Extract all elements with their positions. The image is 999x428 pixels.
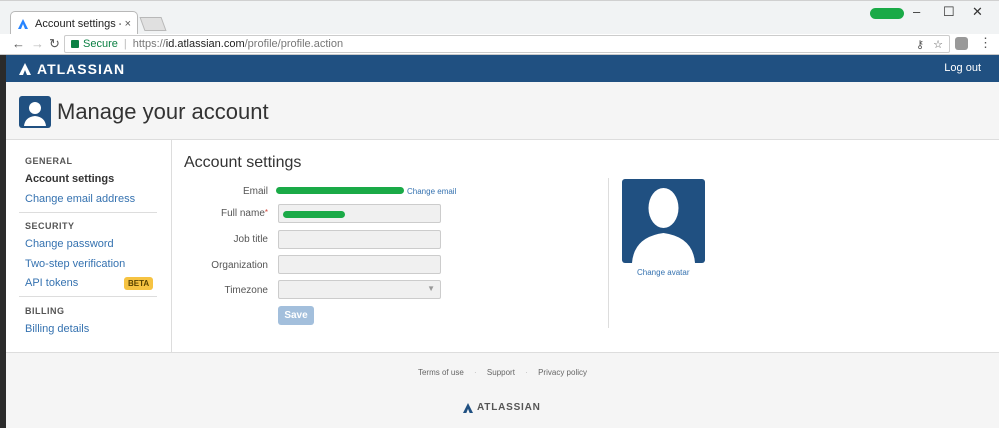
sidebar-item-change-password[interactable]: Change password xyxy=(25,238,114,250)
url-field[interactable]: Secure | https:// id.atlassian.com /prof… xyxy=(64,35,950,53)
footer-separator: · xyxy=(525,368,528,377)
jobtitle-field[interactable] xyxy=(278,230,441,249)
sidebar-divider xyxy=(19,212,157,213)
atlassian-favicon-icon xyxy=(18,18,28,29)
organization-label: Organization xyxy=(211,260,268,271)
save-button[interactable]: Save xyxy=(278,306,314,325)
site-header: ATLASSIAN Log out xyxy=(6,55,999,82)
extension-icon[interactable] xyxy=(955,37,968,50)
section-title: Account settings xyxy=(184,154,302,171)
account-settings-panel: Account settings Email Change email Full… xyxy=(172,140,999,352)
atlassian-brand[interactable]: ATLASSIAN xyxy=(19,61,125,77)
sidebar-item-account-settings[interactable]: Account settings xyxy=(25,173,114,185)
sidebar-heading-general: GENERAL xyxy=(25,156,73,166)
page-header: Manage your account xyxy=(6,82,999,140)
sidebar-item-change-email[interactable]: Change email address xyxy=(25,193,135,205)
fullname-field[interactable] xyxy=(278,204,441,223)
sidebar-item-api-tokens[interactable]: API tokens xyxy=(25,277,78,289)
secure-label: Secure xyxy=(83,38,118,50)
tab-close-icon[interactable]: × xyxy=(125,18,131,30)
sidebar-item-two-step[interactable]: Two-step verification xyxy=(25,258,125,270)
redacted-user-profile[interactable] xyxy=(870,8,904,19)
star-icon[interactable]: ☆ xyxy=(933,39,943,51)
reload-icon[interactable]: ↻ xyxy=(49,36,60,52)
change-email-link[interactable]: Change email xyxy=(407,187,456,196)
organization-field[interactable] xyxy=(278,255,441,274)
sidebar-heading-billing: BILLING xyxy=(25,306,65,316)
maximize-icon[interactable]: ☐ xyxy=(943,4,955,20)
support-link[interactable]: Support xyxy=(487,368,515,377)
atlassian-logo-icon xyxy=(19,63,31,75)
terms-link[interactable]: Terms of use xyxy=(418,368,464,377)
browser-tab-bar: Account settings - Atlas × – ☐ ✕ xyxy=(0,0,999,35)
url-path: /profile/profile.action xyxy=(244,38,344,50)
change-avatar-link[interactable]: Change avatar xyxy=(637,268,689,277)
email-label: Email xyxy=(242,186,268,197)
url-separator: | xyxy=(123,38,127,50)
lock-icon xyxy=(71,40,79,48)
logout-link[interactable]: Log out xyxy=(944,62,981,74)
footer-separator: · xyxy=(474,368,477,377)
footer-logo[interactable]: ATLASSIAN xyxy=(463,402,541,413)
new-tab-button[interactable] xyxy=(139,17,167,31)
page-title: Manage your account xyxy=(57,99,269,124)
back-icon[interactable]: ← xyxy=(12,36,25,51)
address-bar-row: ← → ↻ Secure | https:// id.atlassian.com… xyxy=(0,34,999,55)
brand-name: ATLASSIAN xyxy=(37,61,126,77)
beta-badge: BETA xyxy=(124,277,154,290)
atlassian-logo-icon xyxy=(463,402,473,413)
sidebar-divider xyxy=(19,296,157,297)
browser-tab[interactable]: Account settings - Atlas × xyxy=(10,11,138,35)
page-footer: Terms of use · Support · Privacy policy … xyxy=(6,352,999,428)
close-window-icon[interactable]: ✕ xyxy=(972,4,983,20)
sidebar-nav: GENERAL Account settings Change email ad… xyxy=(6,140,172,352)
profile-avatar[interactable] xyxy=(622,179,705,263)
jobtitle-label: Job title xyxy=(233,234,268,245)
footer-links: Terms of use · Support · Privacy policy xyxy=(6,368,999,377)
user-avatar-icon xyxy=(632,188,695,263)
sidebar-item-billing-details[interactable]: Billing details xyxy=(25,323,89,335)
url-host: id.atlassian.com xyxy=(165,38,245,50)
privacy-link[interactable]: Privacy policy xyxy=(538,368,587,377)
redacted-email-value xyxy=(276,187,404,194)
url-scheme: https:// xyxy=(132,38,166,50)
fullname-label-text: Full name xyxy=(220,208,265,219)
user-avatar-icon xyxy=(19,96,51,128)
tab-title: Account settings - Atlas xyxy=(35,17,121,30)
redacted-name-value xyxy=(283,211,345,218)
required-mark: * xyxy=(264,208,268,217)
sidebar-heading-security: SECURITY xyxy=(25,221,75,231)
vertical-divider xyxy=(608,178,609,328)
forward-icon[interactable]: → xyxy=(31,36,44,51)
menu-icon[interactable]: ⋮ xyxy=(979,35,992,51)
fullname-label: Full name* xyxy=(172,208,268,219)
chevron-down-icon: ▼ xyxy=(427,284,435,293)
minimize-icon[interactable]: – xyxy=(913,4,920,19)
omnibox-icons: ⚷ ☆ xyxy=(916,38,943,51)
footer-brand: ATLASSIAN xyxy=(477,402,541,413)
timezone-label: Timezone xyxy=(224,285,268,296)
key-icon[interactable]: ⚷ xyxy=(916,39,924,51)
timezone-select[interactable]: ▼ xyxy=(278,280,441,299)
